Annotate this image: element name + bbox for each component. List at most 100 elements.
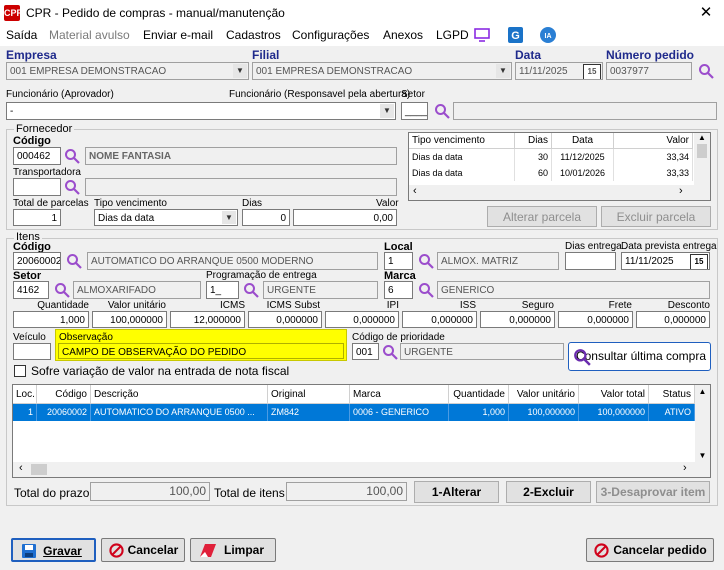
grid-vscroll[interactable]: ▲ ▼ [695,385,710,462]
itens-grid[interactable]: Loc. Código Descrição Original Marca Qua… [12,384,711,478]
icms-subst-field[interactable]: 0,000000 [248,311,322,328]
icms-subst-label: ICMS Subst [266,300,320,311]
observacao-field[interactable]: CAMPO DE OBSERVAÇÃO DO PEDIDO [58,343,344,359]
grid-header-valor-unitario[interactable]: Valor unitário [509,385,579,404]
chevron-up-icon: ▲ [698,387,707,396]
iss-label: ISS [459,300,476,311]
close-icon[interactable]: ✕ [694,3,718,23]
excluir-item-button[interactable]: 2-Excluir [506,481,591,503]
icms-field[interactable]: 12,000000 [170,311,245,328]
numero-pedido-field[interactable]: 0037977 [606,62,692,80]
empresa-select[interactable]: 001 EMPRESA DEMONSTRACAO ▼ [6,62,249,80]
veiculo-field[interactable] [13,343,51,360]
chevron-down-icon: ▼ [233,64,247,78]
grid-hscroll[interactable]: ‹ › [13,462,710,477]
grid-header-original[interactable]: Original [268,385,350,404]
search-icon[interactable] [698,63,714,79]
dias-entrega-field[interactable] [565,252,616,270]
search-icon[interactable] [418,253,434,269]
excluir-parcela-button[interactable]: Excluir parcela [601,206,711,227]
parcelas-vscroll[interactable]: ▲ [694,133,710,185]
grid-header-valor-total[interactable]: Valor total [579,385,649,404]
cell: 60 [515,165,552,181]
cancelar-pedido-button[interactable]: Cancelar pedido [586,538,714,562]
grid-header-descricao[interactable]: Descrição [91,385,268,404]
grid-header-status[interactable]: Status [649,385,695,404]
limpar-button[interactable]: Limpar [190,538,276,562]
search-icon[interactable] [434,103,450,119]
item-codigo-field[interactable]: 20060002 [13,252,61,270]
quantidade-label: Quantidade [37,300,89,311]
ipi-field[interactable]: 0,000000 [325,311,399,328]
svg-text:IA: IA [545,33,552,40]
ia-icon[interactable]: IA [540,27,556,43]
quantidade-field[interactable]: 1,000 [13,311,89,328]
funcionario-select[interactable]: - ▼ [6,102,396,120]
parcelas-header-tipo[interactable]: Tipo vencimento [409,133,515,149]
search-icon[interactable] [54,282,70,298]
search-icon[interactable] [243,282,259,298]
frete-field[interactable]: 0,000000 [558,311,633,328]
total-parcelas-field[interactable]: 1 [13,209,61,226]
consultar-ultima-compra-button[interactable]: Consultar última compra [568,342,711,371]
seguro-field[interactable]: 0,000000 [480,311,555,328]
g-logo-icon[interactable]: G [508,27,523,43]
menu-configuracoes[interactable]: Configurações [292,28,369,42]
fornecedor-codigo-field[interactable]: 000462 [13,147,61,165]
variacao-valor-checkbox[interactable] [14,365,26,377]
menu-anexos[interactable]: Anexos [383,28,423,42]
total-parcelas-label: Total de parcelas [13,198,89,209]
transportadora-label: Transportadora [13,167,81,178]
tipo-vencimento-label: Tipo vencimento [94,198,167,209]
parcelas-header-dias[interactable]: Dias [515,133,552,149]
menu-enviar-email[interactable]: Enviar e-mail [143,28,213,42]
menu-material-avulso[interactable]: Material avulso [49,28,130,42]
data-prevista-field[interactable]: 11/11/2025 15 [621,252,710,270]
setor-header-label: Setor [401,89,425,100]
local-desc: ALMOX. MATRIZ [437,252,559,270]
tipo-vencimento-select[interactable]: Dias da data ▼ [94,209,238,226]
filial-select[interactable]: 001 EMPRESA DEMONSTRACAO ▼ [252,62,512,80]
cell: ATIVO [649,404,695,421]
desconto-field[interactable]: 0,000000 [636,311,710,328]
data-field[interactable]: 11/11/2025 15 [515,62,603,80]
setor-header-code[interactable]: ____ [401,102,428,120]
transportadora-field[interactable] [13,178,61,196]
search-icon[interactable] [66,253,82,269]
parcelas-header-valor[interactable]: Valor [614,133,693,149]
monitor-icon[interactable] [474,28,490,42]
grid-header-quantidade[interactable]: Quantidade [449,385,509,404]
observacao-label: Observação [59,332,113,343]
valor-unitario-field[interactable]: 100,000000 [92,311,167,328]
alterar-parcela-button[interactable]: Alterar parcela [487,206,597,227]
menu-saida[interactable]: Saída [6,28,37,42]
veiculo-label: Veículo [13,332,46,343]
search-icon[interactable] [382,344,398,360]
local-code-field[interactable]: 1 [384,252,413,270]
marca-code[interactable]: 6 [384,281,413,299]
dias-entrega-label: Dias entrega [565,241,622,252]
search-icon[interactable] [64,179,80,195]
menu-lgpd[interactable]: LGPD [436,28,469,42]
grid-header-codigo[interactable]: Código [37,385,91,404]
valor-field[interactable]: 0,00 [293,209,397,226]
programacao-code[interactable]: 1_ [206,281,239,299]
variacao-valor-label: Sofre variação de valor na entrada de no… [31,364,290,378]
cancelar-button[interactable]: Cancelar [101,538,185,562]
alterar-item-button[interactable]: 1-Alterar [414,481,499,503]
gravar-button[interactable]: Gravar [11,538,96,562]
menu-cadastros[interactable]: Cadastros [226,28,281,42]
parcelas-table[interactable]: Tipo vencimento Dias Data Valor Dias da … [408,132,711,201]
parcelas-hscroll[interactable]: ‹ › [409,185,710,200]
search-icon[interactable] [64,148,80,164]
item-setor-code[interactable]: 4162 [13,281,49,299]
iss-field[interactable]: 0,000000 [402,311,477,328]
grid-header-marca[interactable]: Marca [350,385,449,404]
search-icon[interactable] [418,282,434,298]
dias-field[interactable]: 0 [242,209,290,226]
grid-header-loc[interactable]: Loc. [13,385,37,404]
parcelas-header-data[interactable]: Data [552,133,614,149]
desaprovar-item-button[interactable]: 3-Desaprovar item [596,481,710,503]
calendar-icon: 15 [690,254,708,269]
prioridade-code[interactable]: 001 [352,343,379,360]
